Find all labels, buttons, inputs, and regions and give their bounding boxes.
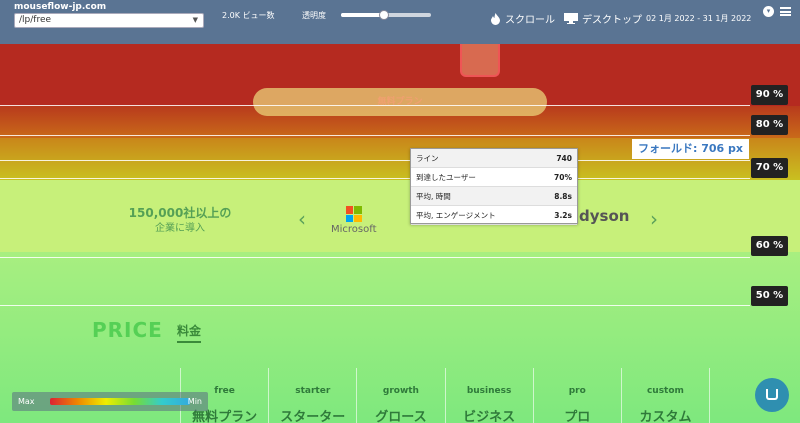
scroll-marker-90: 90 % [751,85,788,105]
monitor-icon [564,13,578,24]
opacity-slider-knob[interactable] [379,10,390,20]
chat-icon [766,389,778,400]
opacity-slider[interactable] [341,10,431,20]
scroll-marker-80: 80 % [751,115,788,135]
microsoft-text: Microsoft [331,224,377,235]
heatmap-legend: Max Min [12,392,208,411]
dyson-logo: dyson [579,207,630,225]
microsoft-logo: Microsoft [331,206,377,235]
scroll-line-fold [0,160,750,161]
scroll-mode-label: スクロール [505,15,555,26]
phone-illustration [460,44,500,77]
scroll-line-90 [0,105,750,106]
device-label: デスクトップ [582,15,642,26]
flame-icon [491,12,500,25]
date-range[interactable]: 02 1月 2022 - 31 1月 2022 [646,13,751,24]
price-title: PRICE [92,318,163,342]
tooltip-row-avg-time: 平均, 時間 8.8s [411,187,577,206]
legend-min-label: Min [187,397,202,406]
page-url-select[interactable]: /lp/free ▼ [14,13,204,28]
fold-label: フォールド: 706 px [632,139,749,159]
plan-business[interactable]: business ビジネス [444,368,533,423]
customer-count-big: 150,000社以上の [128,206,232,220]
microsoft-logo-icon [345,206,362,222]
scroll-line-60 [0,257,750,258]
legend-max-label: Max [18,397,35,406]
scroll-marker-50: 50 % [751,286,788,306]
page-url-value: /lp/free [19,15,52,25]
scroll-marker-70: 70 % [751,158,788,178]
hamburger-icon[interactable] [780,7,791,16]
plan-custom[interactable]: custom カスタム [620,368,711,423]
customer-count-small: 企業に導入 [155,223,205,234]
opacity-label: 透明度 [302,11,326,20]
device-select-button[interactable]: デスクトップ [564,11,642,26]
scroll-line-tooltip: ライン 740 到達したユーザー 70% 平均, 時間 8.8s 平均, エンゲージメ… [410,148,578,225]
scroll-mode-button[interactable]: スクロール [490,11,555,26]
tooltip-row-line: ライン 740 [411,149,577,168]
view-count: 2.0K ビュー数 [222,11,275,20]
carousel-next-arrow[interactable]: › [650,207,658,231]
site-name: mouseflow-jp.com [14,2,107,12]
chevron-down-icon[interactable]: ▾ [763,6,774,17]
chat-button[interactable] [755,378,789,412]
plan-growth[interactable]: growth グロース [356,368,444,423]
tooltip-row-reached: 到達したユーザー 70% [411,168,577,187]
price-subtitle: 料金 [177,322,202,343]
opacity-slider-fill [341,13,385,17]
free-plan-button[interactable]: 無料プラン [253,88,547,116]
scroll-line-70 [0,178,750,179]
pricing-plans: free 無料プラン starter スターター growth グロース busine… [180,368,711,423]
plan-pro[interactable]: pro プロ [532,368,621,423]
scroll-marker-60: 60 % [751,236,788,256]
plan-starter[interactable]: starter スターター [268,368,356,423]
caret-down-icon: ▼ [192,16,198,24]
scroll-line-50 [0,305,750,306]
scroll-line-80 [0,135,750,136]
heatmap-toolbar: mouseflow-jp.com /lp/free ▼ 2.0K ビュー数 透明… [0,0,800,44]
customer-count: 150,000社以上の 企業に導入 [105,206,255,236]
carousel-prev-arrow[interactable]: ‹ [298,207,306,231]
tooltip-row-avg-engagement: 平均, エンゲージメント 3.2s [411,206,577,225]
legend-gradient [50,398,190,405]
